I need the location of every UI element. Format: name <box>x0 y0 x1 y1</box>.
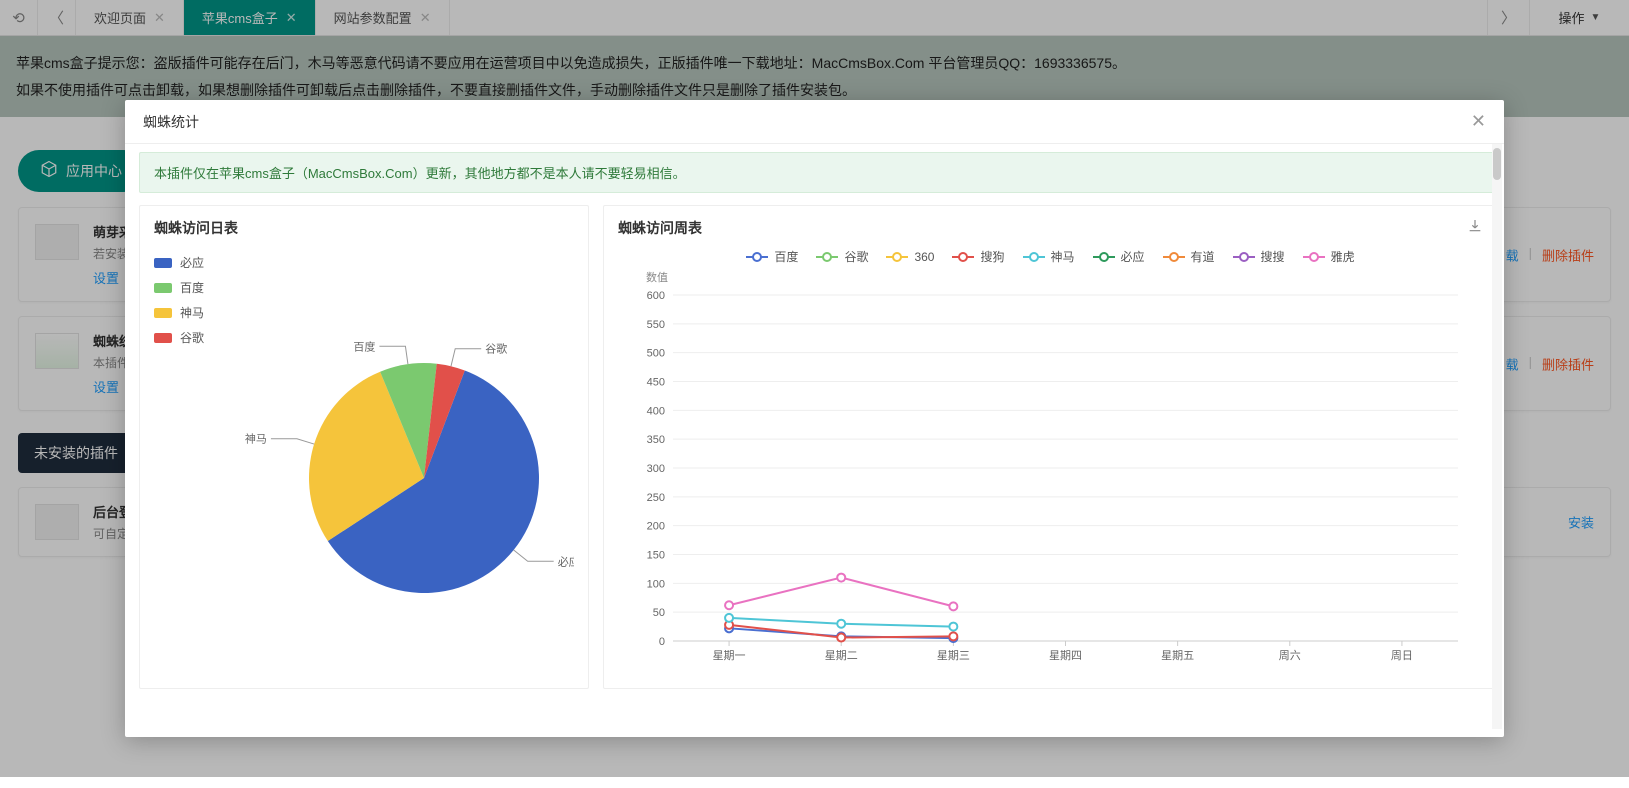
svg-text:周六: 周六 <box>1279 649 1301 662</box>
legend-item[interactable]: 谷歌 <box>816 248 868 265</box>
svg-text:谷歌: 谷歌 <box>485 342 507 356</box>
line-chart-title: 蜘蛛访问周表 <box>618 218 1483 238</box>
legend-label: 神马 <box>1051 248 1075 265</box>
svg-text:250: 250 <box>647 492 665 504</box>
svg-text:450: 450 <box>647 377 665 389</box>
legend-item[interactable]: 搜狗 <box>952 248 1004 265</box>
svg-text:神马: 神马 <box>245 432 267 446</box>
legend-label: 谷歌 <box>844 248 868 265</box>
pie-chart: 必应神马百度谷歌 <box>154 248 574 658</box>
legend-item[interactable]: 百度 <box>154 279 204 296</box>
legend-label: 谷歌 <box>180 329 204 346</box>
legend-label: 百度 <box>180 279 204 296</box>
svg-text:星期一: 星期一 <box>713 649 746 662</box>
svg-text:300: 300 <box>647 463 665 475</box>
legend-label: 360 <box>914 250 934 264</box>
pie-chart-title: 蜘蛛访问日表 <box>154 218 574 238</box>
legend-item[interactable]: 谷歌 <box>154 329 204 346</box>
legend-item[interactable]: 必应 <box>154 254 204 271</box>
modal-scrollbar[interactable] <box>1492 144 1502 729</box>
legend-item[interactable]: 雅虎 <box>1303 248 1355 265</box>
legend-marker <box>1023 252 1045 262</box>
legend-label: 搜狗 <box>980 248 1004 265</box>
svg-text:500: 500 <box>647 348 665 360</box>
pie-chart-card: 蜘蛛访问日表 必应 百度 神马 谷歌 必应神马百度谷歌 <box>139 205 589 689</box>
y-axis-title: 数值 <box>646 269 1483 285</box>
pie-legend: 必应 百度 神马 谷歌 <box>154 254 204 354</box>
svg-text:星期五: 星期五 <box>1161 649 1194 662</box>
legend-label: 有道 <box>1191 248 1215 265</box>
legend-label: 必应 <box>180 254 204 271</box>
svg-text:50: 50 <box>653 607 665 619</box>
legend-item[interactable]: 有道 <box>1163 248 1215 265</box>
legend-marker <box>1233 252 1255 262</box>
svg-text:星期四: 星期四 <box>1049 649 1082 662</box>
svg-text:550: 550 <box>647 319 665 331</box>
svg-text:400: 400 <box>647 405 665 417</box>
legend-marker <box>886 252 908 262</box>
legend-label: 百度 <box>774 248 798 265</box>
spider-stats-modal: 蜘蛛统计 ✕ 本插件仅在苹果cms盒子（MacCmsBox.Com）更新，其他地… <box>125 100 1504 737</box>
svg-text:350: 350 <box>647 434 665 446</box>
svg-text:0: 0 <box>659 636 665 648</box>
legend-item[interactable]: 神马 <box>1023 248 1075 265</box>
legend-label: 搜搜 <box>1261 248 1285 265</box>
legend-marker <box>1163 252 1185 262</box>
legend-item[interactable]: 百度 <box>746 248 798 265</box>
legend-marker <box>816 252 838 262</box>
legend-marker <box>1093 252 1115 262</box>
modal-body: 本插件仅在苹果cms盒子（MacCmsBox.Com）更新，其他地方都不是本人请… <box>125 144 1504 737</box>
svg-text:周日: 周日 <box>1391 649 1413 662</box>
legend-item[interactable]: 360 <box>886 248 934 265</box>
close-icon[interactable]: ✕ <box>1471 111 1486 132</box>
legend-item[interactable]: 神马 <box>154 304 204 321</box>
svg-text:星期三: 星期三 <box>937 649 970 662</box>
legend-marker <box>952 252 974 262</box>
line-chart: 0 50 100 150 200 250 300 350 400 450 500 550 600 星期一 星… <box>618 285 1478 675</box>
legend-swatch <box>154 333 172 343</box>
line-legend: 百度 谷歌 360 搜狗 神马 必应 有道 搜搜 雅虎 <box>618 248 1483 265</box>
legend-marker <box>1303 252 1325 262</box>
legend-label: 必应 <box>1121 248 1145 265</box>
modal-header: 蜘蛛统计 ✕ <box>125 100 1504 144</box>
legend-label: 神马 <box>180 304 204 321</box>
legend-swatch <box>154 308 172 318</box>
legend-item[interactable]: 必应 <box>1093 248 1145 265</box>
scrollbar-thumb[interactable] <box>1493 148 1501 180</box>
legend-marker <box>746 252 768 262</box>
modal-notice: 本插件仅在苹果cms盒子（MacCmsBox.Com）更新，其他地方都不是本人请… <box>139 152 1494 193</box>
svg-text:150: 150 <box>647 550 665 562</box>
download-icon[interactable] <box>1467 218 1483 237</box>
modal-title: 蜘蛛统计 <box>143 112 199 132</box>
legend-swatch <box>154 258 172 268</box>
line-chart-card: 蜘蛛访问周表 百度 谷歌 360 搜狗 神马 必应 有道 搜搜 雅虎 数值 0 50 100 150 2… <box>603 205 1498 689</box>
svg-text:100: 100 <box>647 578 665 590</box>
svg-text:星期二: 星期二 <box>825 649 858 662</box>
svg-text:600: 600 <box>647 290 665 302</box>
legend-swatch <box>154 283 172 293</box>
legend-item[interactable]: 搜搜 <box>1233 248 1285 265</box>
svg-text:必应: 必应 <box>558 554 574 568</box>
svg-text:百度: 百度 <box>353 339 375 353</box>
legend-label: 雅虎 <box>1331 248 1355 265</box>
svg-text:200: 200 <box>647 521 665 533</box>
